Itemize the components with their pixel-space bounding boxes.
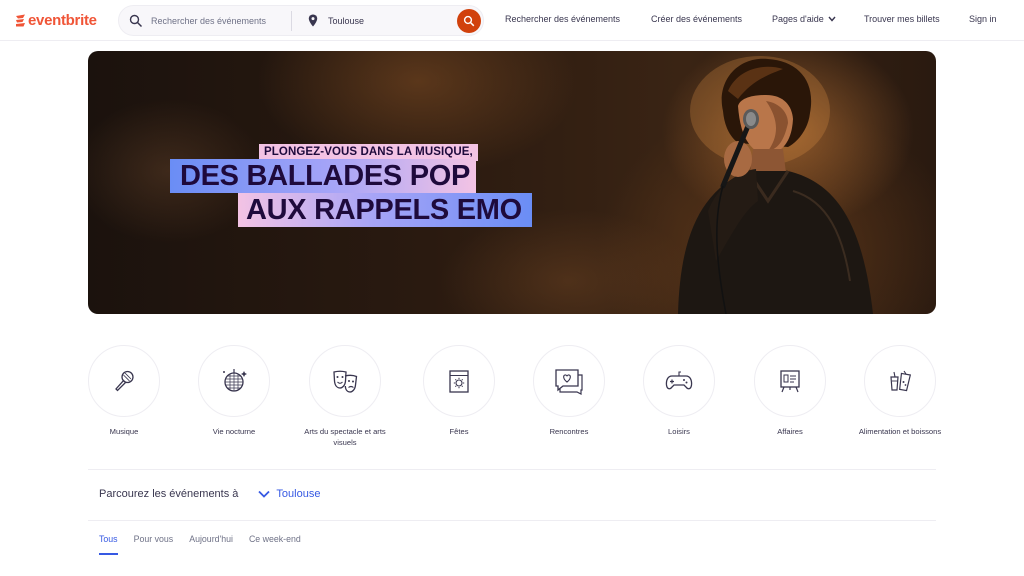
location-selector-label: Toulouse: [276, 488, 321, 500]
category-circle[interactable]: [643, 345, 715, 417]
disco-ball-icon: [223, 369, 247, 392]
category-music[interactable]: Musique: [79, 345, 169, 438]
nav-help-label: Pages d'aide: [772, 14, 824, 24]
event-filter-tabs: Tous Pour vous Aujourd'hui Ce week-end: [99, 534, 317, 555]
category-nightlife[interactable]: Vie nocturne: [189, 345, 279, 438]
category-circle[interactable]: [423, 345, 495, 417]
top-header: eventbrite Rechercher des événements Cré…: [0, 0, 1024, 41]
presentation-board-icon: [780, 370, 800, 393]
category-circle[interactable]: [754, 345, 826, 417]
tab-for-you[interactable]: Pour vous: [134, 534, 174, 555]
chat-heart-icon: [555, 369, 583, 395]
category-circle[interactable]: [533, 345, 605, 417]
category-label: Alimentation et boissons: [858, 427, 942, 436]
category-label: Musique: [109, 427, 139, 436]
category-dating[interactable]: Rencontres: [524, 345, 614, 438]
category-circle[interactable]: [88, 345, 160, 417]
hero-headline-line2: AUX RAPPELS EMO: [238, 193, 532, 227]
section-divider: [88, 469, 936, 470]
tab-all[interactable]: Tous: [99, 534, 118, 555]
drink-icon: [890, 370, 912, 392]
category-circle[interactable]: [864, 345, 936, 417]
category-performing-arts[interactable]: Arts du spectacle et arts visuels: [300, 345, 390, 448]
category-label: Loisirs: [668, 427, 690, 436]
hero-banner[interactable]: PLONGEZ-VOUS DANS LA MUSIQUE, DES BALLAD…: [88, 51, 936, 314]
category-circle[interactable]: [309, 345, 381, 417]
search-icon: [463, 15, 475, 27]
theater-masks-icon: [333, 370, 358, 393]
chevron-down-icon: [258, 490, 271, 498]
gamepad-icon: [665, 371, 693, 390]
category-label: Rencontres: [549, 427, 589, 436]
nav-sign-in[interactable]: Sign in: [969, 14, 997, 24]
category-holidays[interactable]: Fêtes: [414, 345, 504, 438]
microphone-icon: [115, 370, 134, 392]
browse-label: Parcourez les événements à: [99, 488, 239, 500]
category-label: Affaires: [777, 427, 803, 436]
hero-headline-line1: DES BALLADES POP: [170, 159, 477, 193]
search-bar: [118, 5, 484, 36]
singer-image: [678, 56, 873, 314]
search-input[interactable]: [151, 12, 291, 30]
category-business[interactable]: Affaires: [745, 345, 835, 438]
category-hobbies[interactable]: Loisirs: [634, 345, 724, 438]
search-button[interactable]: [457, 9, 481, 33]
category-label: Arts du spectacle et arts visuels: [304, 427, 386, 447]
category-circle[interactable]: [198, 345, 270, 417]
tab-today[interactable]: Aujourd'hui: [189, 534, 233, 555]
brand-name: eventbrite: [28, 12, 97, 29]
nav-help-dropdown[interactable]: Pages d'aide: [772, 14, 836, 24]
location-input[interactable]: [328, 12, 438, 30]
eventbrite-logo[interactable]: eventbrite: [15, 12, 97, 29]
location-pin-icon: [308, 14, 318, 27]
category-label: Vie nocturne: [212, 427, 256, 436]
browse-events-location: Parcourez les événements à Toulouse: [99, 488, 320, 500]
nav-find-events[interactable]: Rechercher des événements: [505, 14, 620, 24]
nav-find-tickets[interactable]: Trouver mes billets: [864, 14, 940, 24]
section-divider: [88, 520, 936, 521]
category-label: Fêtes: [449, 427, 469, 436]
chevron-down-icon: [828, 16, 836, 22]
nav-create-events[interactable]: Créer des événements: [651, 14, 742, 24]
location-selector[interactable]: Toulouse: [258, 488, 320, 500]
tab-this-weekend[interactable]: Ce week-end: [249, 534, 301, 555]
category-food-drink[interactable]: Alimentation et boissons: [855, 345, 945, 438]
calendar-sun-icon: [449, 370, 469, 393]
eventbrite-logo-icon: [16, 14, 25, 27]
search-icon: [129, 14, 143, 28]
search-divider: [291, 11, 292, 31]
